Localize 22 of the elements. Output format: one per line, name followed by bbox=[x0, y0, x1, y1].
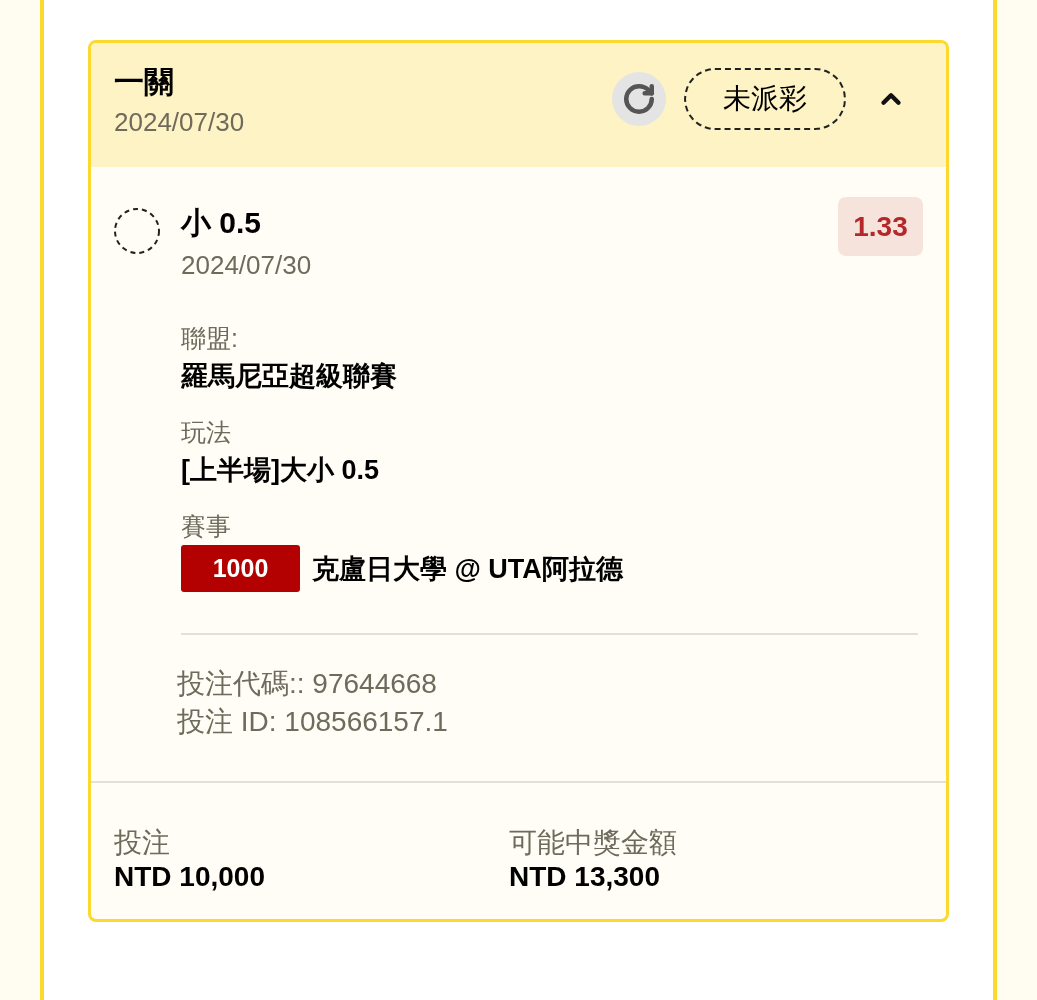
total-label: 投注 bbox=[114, 826, 171, 860]
odds-badge: 1.33 bbox=[838, 197, 923, 256]
refresh-button[interactable] bbox=[612, 72, 666, 126]
refresh-icon bbox=[622, 82, 656, 116]
detail-label: 聯盟: bbox=[181, 323, 239, 353]
detail-label: 玩法 bbox=[181, 417, 232, 447]
selection-date: 2024/07/30 bbox=[181, 249, 313, 281]
event-number-tag: 1000 bbox=[181, 545, 300, 592]
slip-date: 2024/07/30 bbox=[114, 106, 245, 138]
total-value: NTD 13,300 bbox=[509, 860, 661, 894]
event-name: 克盧日大學 @ UTA阿拉德 bbox=[312, 552, 623, 586]
pending-circle-icon bbox=[114, 208, 160, 254]
total-label: 可能中獎金額 bbox=[509, 826, 678, 860]
selection-name: 小 0.5 bbox=[181, 205, 263, 241]
slip-title: 一關 bbox=[114, 64, 175, 100]
total-value: NTD 10,000 bbox=[114, 860, 266, 894]
detail-value: [上半場]大小 0.5 bbox=[181, 454, 381, 487]
bet-code-text: 投注代碼:: 97644668 bbox=[177, 667, 438, 701]
bet-code-text: 投注 ID: 108566157.1 bbox=[177, 705, 449, 739]
detail-label: 賽事 bbox=[181, 511, 232, 541]
status-badge: 未派彩 bbox=[684, 68, 846, 130]
detail-value: 羅馬尼亞超級聯賽 bbox=[181, 360, 398, 393]
